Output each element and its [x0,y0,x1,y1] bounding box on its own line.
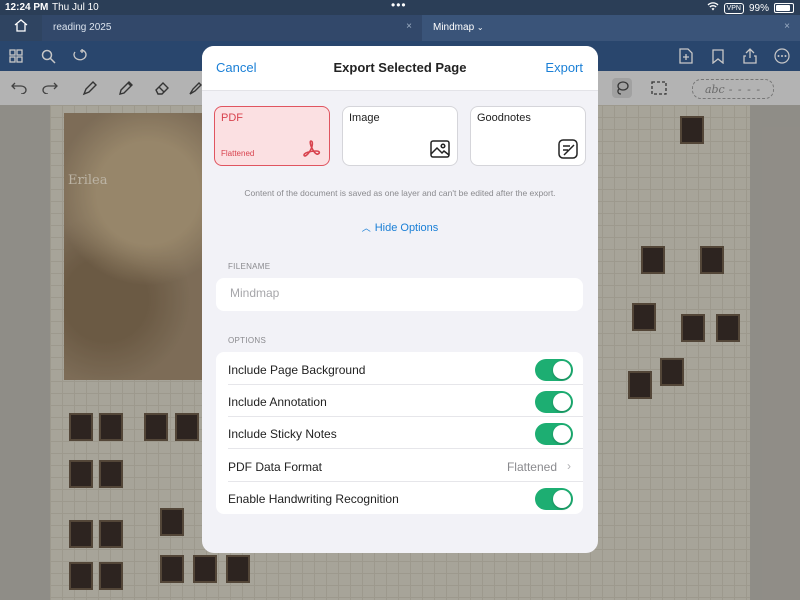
option-page-background: Include Page Background [216,353,583,385]
chevron-down-icon: ⌄ [476,23,484,32]
format-goodnotes-option[interactable]: Goodnotes [470,106,586,166]
tab-reading-2025[interactable]: reading 2025 × [42,15,422,41]
filename-section-label: FILENAME [228,262,271,271]
pdf-format-value: Flattened [506,460,557,474]
battery-icon [774,3,794,13]
filename-input[interactable] [228,285,562,301]
options-section-label: OPTIONS [228,336,267,345]
option-label: Enable Handwriting Recognition [228,492,399,506]
format-sub: Flattened [221,149,255,158]
vpn-badge: VPN [723,2,744,14]
chevron-right-icon: › [567,459,571,473]
filename-field-container [216,278,583,311]
chevron-up-icon: ︿ [361,223,371,233]
tab-close-icon[interactable]: × [406,21,412,32]
status-date: Thu Jul 10 [52,2,99,13]
goodnotes-icon [557,138,579,160]
format-pdf-option[interactable]: PDF Flattened [214,106,330,166]
status-bar: 12:24 PM Thu Jul 10 ••• VPN 99% [0,0,800,15]
battery-percent: 99% [748,2,769,14]
status-time: 12:24 PM [5,2,49,13]
multitasking-dots[interactable]: ••• [391,0,407,12]
export-button[interactable]: Export [545,60,583,75]
tab-mindmap[interactable]: Mindmap ⌄ × [422,15,800,41]
pdf-icon [301,138,323,160]
format-image-option[interactable]: Image [342,106,458,166]
format-name: Image [349,112,380,124]
tab-label: Mindmap ⌄ [433,22,484,33]
sticky-notes-toggle[interactable] [535,423,573,445]
tab-label: reading 2025 [53,22,112,33]
option-label: Include Page Background [228,363,366,377]
dialog-title: Export Selected Page [333,60,467,75]
tab-close-icon[interactable]: × [784,21,790,32]
handwriting-recognition-toggle[interactable] [535,488,573,510]
options-list: Include Page Background Include Annotati… [216,352,583,514]
home-icon [14,19,28,37]
image-icon [429,138,451,160]
annotation-toggle[interactable] [535,391,573,413]
format-description: Content of the document is saved as one … [244,188,556,198]
home-button[interactable] [0,15,42,41]
wifi-icon [707,2,719,14]
tab-bar: reading 2025 × Mindmap ⌄ × [0,15,800,41]
option-pdf-data-format[interactable]: PDF Data Format Flattened › [216,450,583,482]
dialog-header: Cancel Export Selected Page Export [202,46,598,91]
option-label: PDF Data Format [228,460,323,474]
format-name: PDF [221,112,243,124]
option-label: Include Sticky Notes [228,427,337,441]
option-annotation: Include Annotation [216,385,583,417]
option-sticky-notes: Include Sticky Notes [216,417,583,449]
option-handwriting-recognition: Enable Handwriting Recognition [216,482,583,514]
hide-options-button[interactable]: ︿ Hide Options [202,221,598,234]
export-dialog: Cancel Export Selected Page Export PDF F… [202,46,598,553]
page-background-toggle[interactable] [535,359,573,381]
option-label: Include Annotation [228,395,327,409]
format-name: Goodnotes [477,112,531,124]
hide-options-label: Hide Options [374,222,439,234]
